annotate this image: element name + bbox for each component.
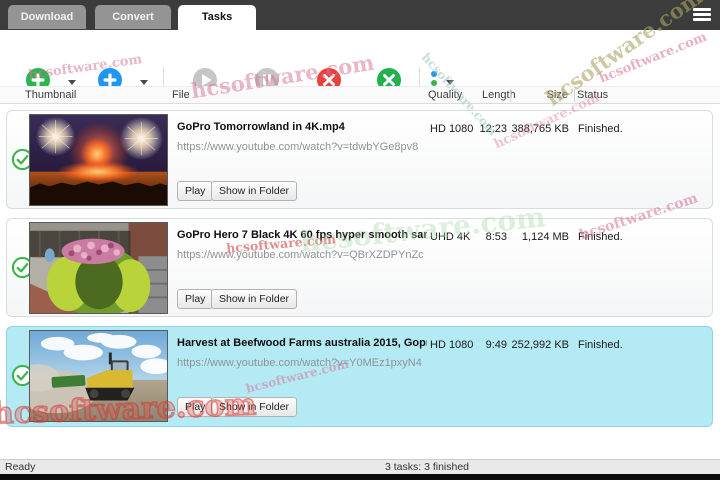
task-status: Finished. <box>578 231 623 243</box>
task-length: 9:49 <box>485 339 507 351</box>
add-files-dropdown-caret[interactable] <box>140 80 148 85</box>
task-size: 388,765 KB <box>511 123 570 135</box>
status-task-count: 3 tasks: 3 finished <box>384 461 470 473</box>
column-size[interactable]: Size <box>520 89 568 101</box>
column-header: Thumbnail File Quality Length Size Statu… <box>0 86 720 104</box>
column-status[interactable]: Status <box>577 89 608 101</box>
status-ready-text: Ready <box>5 461 36 473</box>
task-url: https://www.youtube.com/watch?v=tdwbYGe8… <box>177 141 419 153</box>
task-size: 1,124 MB <box>521 231 569 243</box>
column-divider <box>574 89 575 102</box>
tab-tasks[interactable]: Tasks <box>178 5 256 30</box>
task-size: 252,992 KB <box>511 339 570 351</box>
task-title: Harvest at Beefwood Farms australia 2015… <box>177 337 427 349</box>
task-length: 8:53 <box>485 231 507 243</box>
column-quality[interactable]: Quality <box>428 89 462 101</box>
task-row-3-selected[interactable]: Harvest at Beefwood Farms australia 2015… <box>6 326 713 427</box>
task-title: GoPro Tomorrowland in 4K.mp4 <box>177 121 345 133</box>
column-divider <box>510 89 511 102</box>
task-url: https://www.youtube.com/watch?v=Y0MEz1px… <box>177 357 422 369</box>
menu-icon[interactable] <box>693 8 711 22</box>
show-in-folder-button[interactable]: Show in Folder <box>211 289 298 309</box>
toolbar: Paste URL Add Files Start <box>0 30 720 111</box>
more-options-caret[interactable] <box>446 80 454 85</box>
task-url: https://www.youtube.com/watch?v=QBrXZDPY… <box>177 249 424 261</box>
title-bar: Download Convert Tasks <box>0 0 720 30</box>
status-bar: Ready 3 tasks: 3 finished <box>0 459 720 474</box>
task-row-1[interactable]: GoPro Tomorrowland in 4K.mp4 https://www… <box>6 110 713 209</box>
paste-url-dropdown-caret[interactable] <box>68 80 76 85</box>
task-status: Finished. <box>578 339 623 351</box>
tab-download[interactable]: Download <box>8 5 86 29</box>
task-length: 12:23 <box>479 123 507 135</box>
column-file[interactable]: File <box>172 89 190 101</box>
play-button[interactable]: Play <box>177 181 214 201</box>
column-thumbnail[interactable]: Thumbnail <box>25 89 76 101</box>
task-title: GoPro Hero 7 Black 4K 60 fps hyper smoot… <box>177 229 427 241</box>
task-status: Finished. <box>578 123 623 135</box>
show-in-folder-button[interactable]: Show in Folder <box>211 181 298 201</box>
show-in-folder-button[interactable]: Show in Folder <box>211 397 298 417</box>
video-thumbnail-tractor <box>29 330 168 422</box>
play-button[interactable]: Play <box>177 289 214 309</box>
task-list: GoPro Tomorrowland in 4K.mp4 https://www… <box>0 104 720 459</box>
bottom-strip <box>0 474 720 480</box>
video-thumbnail-fireworks <box>29 114 168 206</box>
app-window: Download Convert Tasks Paste URL Add Fil… <box>0 0 720 480</box>
tab-convert[interactable]: Convert <box>95 5 171 29</box>
play-button[interactable]: Play <box>177 397 214 417</box>
video-thumbnail-flowers <box>29 222 168 314</box>
task-row-2[interactable]: GoPro Hero 7 Black 4K 60 fps hyper smoot… <box>6 218 713 317</box>
